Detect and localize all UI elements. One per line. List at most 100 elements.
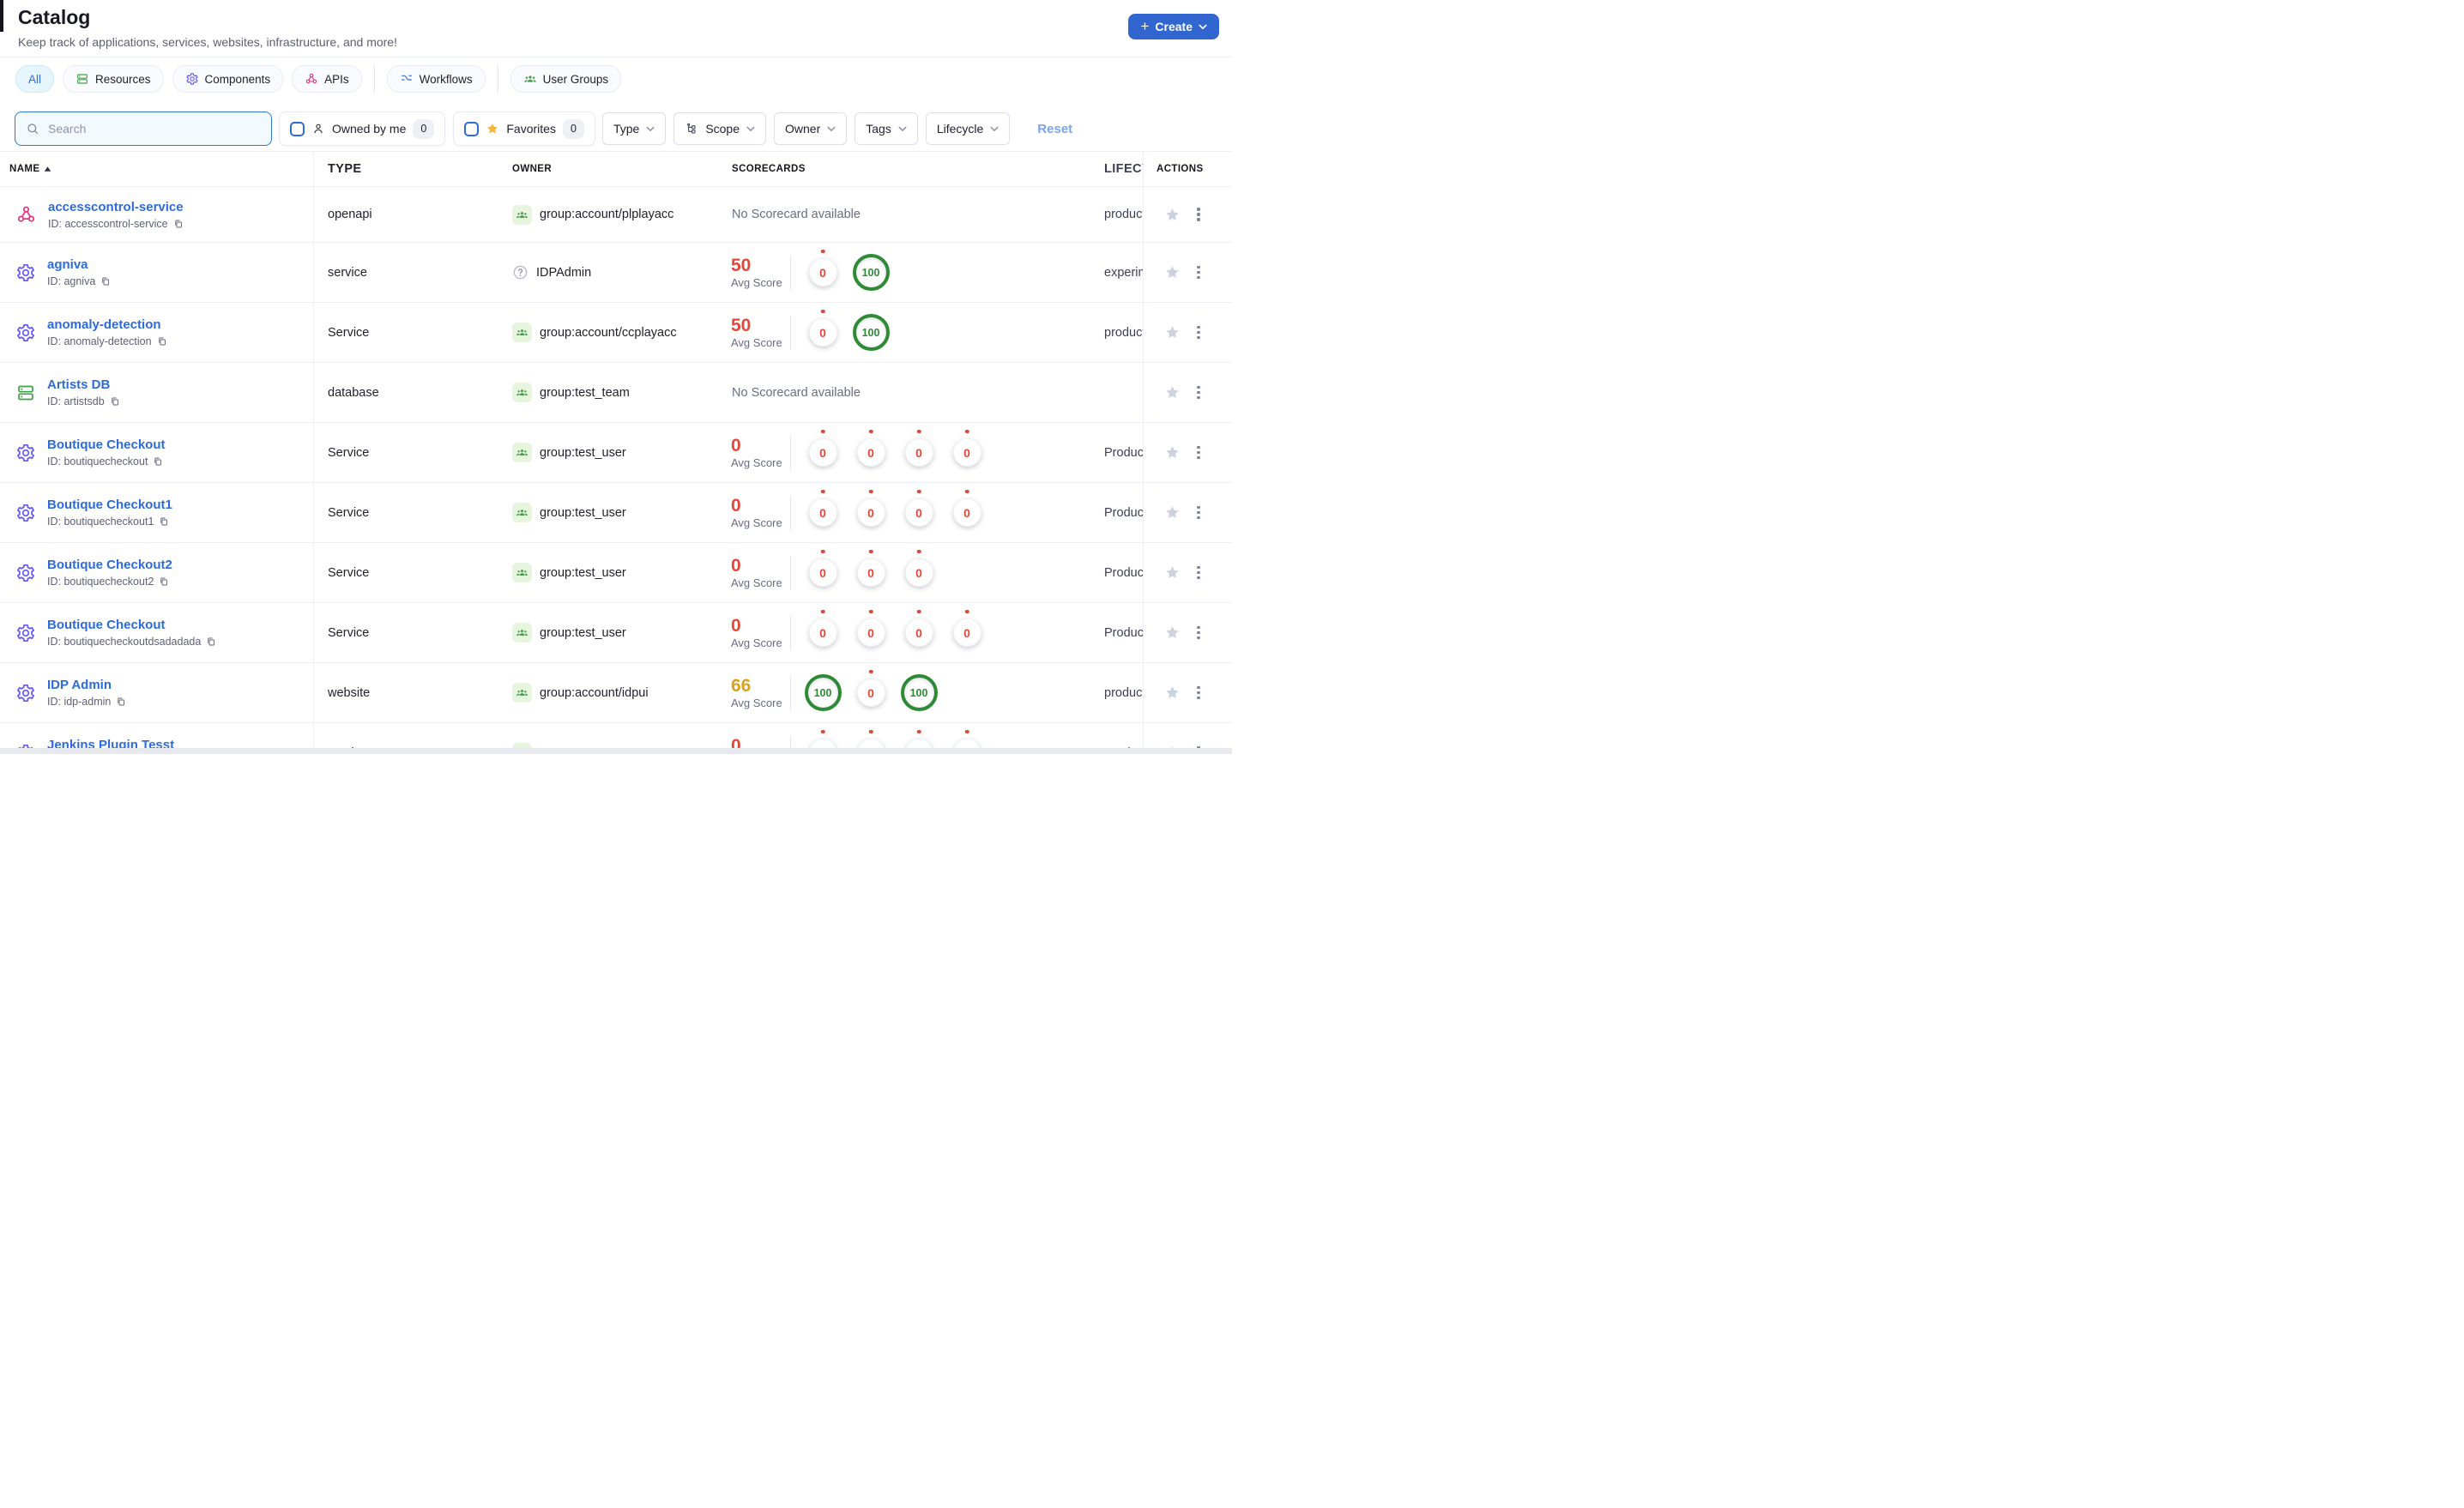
entity-name-link[interactable]: Artists DB <box>47 377 120 393</box>
scorecard-badge[interactable]: 0 <box>808 618 837 647</box>
favorite-star-button[interactable] <box>1164 564 1181 581</box>
scorecard-badge[interactable]: 0 <box>856 618 885 647</box>
scorecard-badge[interactable]: 0 <box>856 498 885 527</box>
copy-id-button[interactable] <box>100 276 111 287</box>
column-header-scorecards: SCORECARDS <box>732 164 806 174</box>
copy-id-button[interactable] <box>206 636 216 647</box>
scorecard-badge[interactable]: 0 <box>856 739 885 748</box>
row-menu-button[interactable] <box>1192 204 1205 225</box>
scorecard-badge[interactable]: 100 <box>852 254 890 291</box>
scorecard-badge[interactable]: 0 <box>808 739 837 748</box>
alert-dot <box>916 549 921 553</box>
favorite-star-button[interactable] <box>1164 207 1181 223</box>
search-input[interactable] <box>46 121 261 136</box>
scope-filter-dropdown[interactable]: Scope <box>673 112 767 145</box>
row-menu-button[interactable] <box>1192 262 1205 283</box>
type-cell: Service <box>328 445 370 460</box>
scorecard-badge[interactable]: 0 <box>904 558 933 587</box>
favorite-star-button[interactable] <box>1164 624 1181 641</box>
scorecard-badge[interactable]: 100 <box>804 674 842 711</box>
actions-cell <box>1143 423 1232 482</box>
lifecycle-cell: Production <box>1104 565 1143 580</box>
entity-id-line: ID: artistsdb <box>47 395 120 407</box>
entity-name-link[interactable]: accesscontrol-service <box>48 200 184 215</box>
scorecard-badge[interactable]: 0 <box>904 498 933 527</box>
favorite-star-button[interactable] <box>1164 324 1181 341</box>
entity-name-link[interactable]: anomaly-detection <box>47 317 167 333</box>
alert-dot <box>820 729 825 733</box>
tab-resources[interactable]: Resources <box>63 65 164 93</box>
row-menu-button[interactable] <box>1192 443 1205 463</box>
row-menu-button[interactable] <box>1192 683 1205 703</box>
scorecard-badge[interactable]: 0 <box>808 318 837 347</box>
entity-name-link[interactable]: Boutique Checkout <box>47 437 166 453</box>
scorecard-badge[interactable]: 0 <box>904 438 933 467</box>
owner-filter-dropdown[interactable]: Owner <box>774 112 848 145</box>
entity-name-link[interactable]: Boutique Checkout <box>47 618 216 633</box>
scorecard-badge-slot: 0 <box>799 486 847 540</box>
copy-id-button[interactable] <box>110 396 120 407</box>
horizontal-scrollbar[interactable] <box>0 748 1232 754</box>
owned-by-me-filter[interactable]: Owned by me 0 <box>279 112 446 146</box>
row-menu-button[interactable] <box>1192 323 1205 343</box>
scorecard-badge[interactable]: 100 <box>852 314 890 351</box>
reset-filters-button[interactable]: Reset <box>1037 122 1072 136</box>
scorecard-badge[interactable]: 0 <box>808 258 837 287</box>
actions-cell <box>1143 543 1232 602</box>
scorecard-badge[interactable]: 0 <box>952 618 981 647</box>
type-filter-dropdown[interactable]: Type <box>601 112 667 145</box>
scorecard-badge[interactable]: 0 <box>808 438 837 467</box>
row-menu-button[interactable] <box>1192 623 1205 643</box>
avg-score-block: 0Avg Score <box>731 736 790 748</box>
row-menu-button[interactable] <box>1192 383 1205 403</box>
scorecard-badge[interactable]: 0 <box>952 498 981 527</box>
copy-id-button[interactable] <box>173 219 184 229</box>
favorite-star-button[interactable] <box>1164 264 1181 280</box>
favorites-filter[interactable]: Favorites 0 <box>453 112 595 146</box>
scorecard-badge[interactable]: 0 <box>904 618 933 647</box>
tab-user-groups[interactable]: User Groups <box>510 65 622 93</box>
scorecard-badges: 0 0 0 0 <box>799 606 991 660</box>
lifecycle-cell: Production <box>1104 625 1143 640</box>
scorecard-badge[interactable]: 0 <box>808 498 837 527</box>
tab-workflows[interactable]: Workflows <box>386 65 486 93</box>
scorecard-badge[interactable]: 0 <box>856 558 885 587</box>
scorecard-badge[interactable]: 0 <box>952 739 981 748</box>
entity-name-link[interactable]: Boutique Checkout1 <box>47 498 172 513</box>
copy-id-button[interactable] <box>153 456 163 467</box>
tags-filter-dropdown[interactable]: Tags <box>855 112 918 145</box>
table-row: Jenkins Plugin TesstID: jenkinstest servi… <box>0 723 1232 748</box>
favorites-checkbox[interactable] <box>464 121 480 136</box>
favorite-star-button[interactable] <box>1164 444 1181 461</box>
lifecycle-filter-dropdown[interactable]: Lifecycle <box>925 112 1011 145</box>
row-menu-button[interactable] <box>1192 503 1205 523</box>
copy-id-button[interactable] <box>159 576 169 587</box>
tab-apis[interactable]: APIs <box>292 65 362 93</box>
row-menu-button[interactable] <box>1192 563 1205 583</box>
entity-name-link[interactable]: IDP Admin <box>47 678 126 693</box>
scorecard-badge[interactable]: 0 <box>808 558 837 587</box>
scorecard-badge[interactable]: 0 <box>856 679 885 707</box>
entity-name-link[interactable]: Jenkins Plugin Tesst <box>47 738 174 748</box>
scorecard-badge[interactable]: 0 <box>856 438 885 467</box>
favorite-star-button[interactable] <box>1164 685 1181 701</box>
owner-label: group:account/idpui <box>540 685 649 700</box>
owned-by-me-checkbox[interactable] <box>290 121 305 136</box>
column-header-name[interactable]: NAME <box>0 152 314 186</box>
favorite-star-button[interactable] <box>1164 504 1181 521</box>
favorite-star-button[interactable] <box>1164 384 1181 401</box>
scorecard-badge-value: 0 <box>819 565 826 580</box>
tab-all[interactable]: All <box>15 65 55 93</box>
copy-id-button[interactable] <box>159 516 169 527</box>
create-button[interactable]: + Create <box>1128 14 1219 39</box>
scorecard-badge[interactable]: 100 <box>900 674 938 711</box>
entity-id: ID: boutiquecheckoutdsadadada <box>47 636 202 648</box>
entity-name-link[interactable]: Boutique Checkout2 <box>47 558 172 573</box>
copy-id-button[interactable] <box>116 697 126 707</box>
copy-id-button[interactable] <box>157 336 167 347</box>
tab-components[interactable]: Components <box>172 65 284 93</box>
chevron-down-icon <box>646 126 655 132</box>
scorecard-badge[interactable]: 0 <box>952 438 981 467</box>
entity-name-link[interactable]: agniva <box>47 257 111 273</box>
scorecard-badge[interactable]: 0 <box>904 739 933 748</box>
